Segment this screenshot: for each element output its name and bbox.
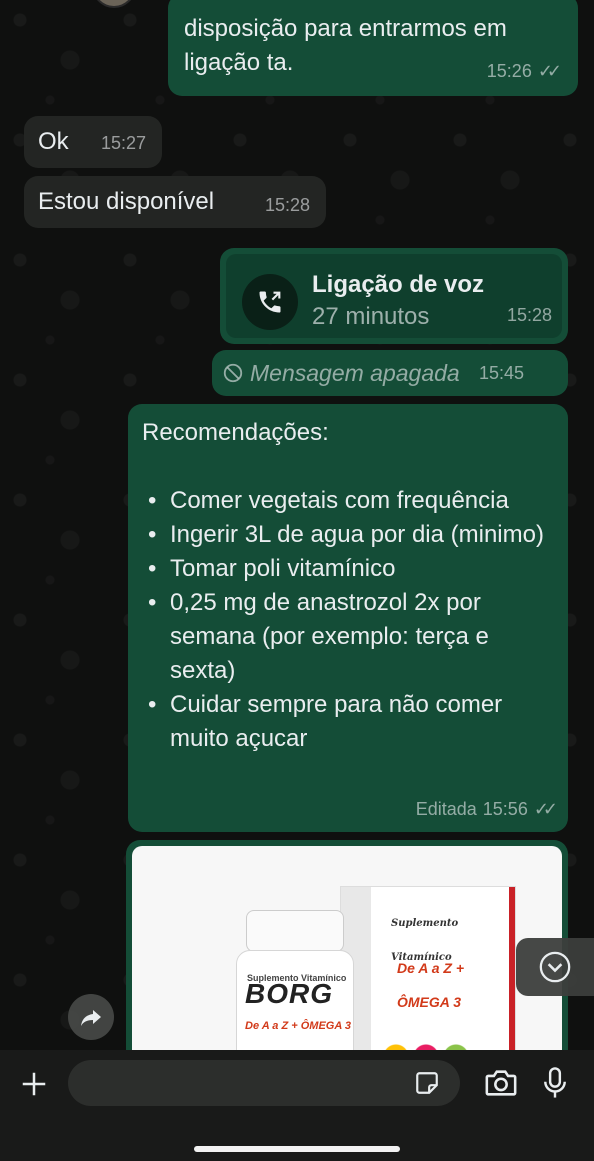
camera-icon xyxy=(485,1070,517,1096)
message-bubble-outgoing[interactable]: disposição para entrarmos em ligação ta.… xyxy=(168,0,578,96)
message-bubble-incoming[interactable]: Estou disponível 15:28 xyxy=(24,176,326,228)
product-bottle: Suplemento Vitamínico BORG De A a Z + ÔM… xyxy=(236,910,356,1050)
message-text: Estou disponível xyxy=(38,188,215,215)
product-box: Suplemento Vitamínico De A a Z + ÔMEGA 3 xyxy=(340,886,516,1050)
microphone-icon xyxy=(544,1067,566,1098)
message-input[interactable] xyxy=(68,1060,460,1106)
bottle-subtitle: De A a Z + ÔMEGA 3 xyxy=(245,1020,352,1032)
call-title: Ligação de voz xyxy=(312,271,485,298)
message-meta: Editada 15:56 ✓✓ xyxy=(415,792,558,826)
list-item: 0,25 mg de anastrozol 2x por semana (por… xyxy=(142,586,554,688)
home-indicator xyxy=(194,1146,400,1152)
message-meta: 15:28 xyxy=(507,298,552,332)
chat-background: disposição para entrarmos em ligação ta.… xyxy=(0,0,594,1050)
recommendations-list: Comer vegetais com frequência Ingerir 3L… xyxy=(142,484,554,756)
edited-label: Editada xyxy=(415,799,477,819)
message-text: Ok xyxy=(38,128,69,155)
recommendations-title: Recomendações: xyxy=(142,419,329,446)
avatar[interactable] xyxy=(92,0,136,8)
message-bubble-incoming[interactable]: Ok 15:27 xyxy=(24,116,162,168)
deleted-message-text: Mensagem apagada xyxy=(250,360,460,386)
image-message-bubble[interactable]: Suplemento Vitamínico De A a Z + ÔMEGA 3… xyxy=(126,840,568,1050)
deleted-message-bubble[interactable]: Mensagem apagada 15:45 xyxy=(212,350,568,396)
list-item: Cuidar sempre para não comer muito açuca… xyxy=(142,688,554,756)
box-graphic xyxy=(381,1037,481,1050)
double-check-icon: ✓✓ xyxy=(533,799,558,819)
list-item: Comer vegetais com frequência xyxy=(142,484,554,518)
message-meta: 15:28 xyxy=(265,188,310,222)
plus-icon xyxy=(22,1072,46,1096)
message-time: 15:56 xyxy=(482,799,528,819)
message-meta: 15:27 xyxy=(101,126,146,160)
blocked-icon xyxy=(223,363,243,383)
sticker-button[interactable] xyxy=(412,1068,442,1098)
microphone-button[interactable] xyxy=(540,1064,570,1102)
message-meta: 15:26 ✓✓ xyxy=(486,54,562,88)
message-time: 15:45 xyxy=(478,363,524,383)
message-meta: 15:45 xyxy=(479,356,524,390)
message-time: 15:27 xyxy=(100,133,146,153)
sticker-icon xyxy=(416,1072,438,1094)
message-time: 15:26 xyxy=(486,61,532,81)
list-item: Ingerir 3L de agua por dia (minimo) xyxy=(142,518,554,552)
attach-button[interactable] xyxy=(16,1066,52,1102)
chevron-down-icon xyxy=(539,951,571,983)
bottle-brand: BORG xyxy=(245,978,333,1009)
list-item: Tomar poli vitamínico xyxy=(142,552,554,586)
composer-bar xyxy=(0,1050,594,1161)
message-time: 15:28 xyxy=(506,305,552,325)
voice-call-bubble[interactable]: Ligação de voz 27 minutos 15:28 xyxy=(220,248,568,344)
outgoing-call-icon xyxy=(242,274,298,330)
message-time: 15:28 xyxy=(264,195,310,215)
call-duration: 27 minutos xyxy=(312,303,430,330)
box-subtitle: De A a Z + ÔMEGA 3 xyxy=(397,960,465,1010)
camera-button[interactable] xyxy=(482,1066,520,1100)
forward-button[interactable] xyxy=(68,994,114,1040)
product-image[interactable]: Suplemento Vitamínico De A a Z + ÔMEGA 3… xyxy=(132,846,562,1050)
message-bubble-outgoing[interactable]: Recomendações: Comer vegetais com frequê… xyxy=(128,404,568,832)
double-check-icon: ✓✓ xyxy=(537,61,562,81)
scroll-to-bottom-button[interactable] xyxy=(516,938,594,996)
forward-icon xyxy=(81,1010,101,1026)
message-text: disposição para entrarmos em xyxy=(184,15,507,42)
